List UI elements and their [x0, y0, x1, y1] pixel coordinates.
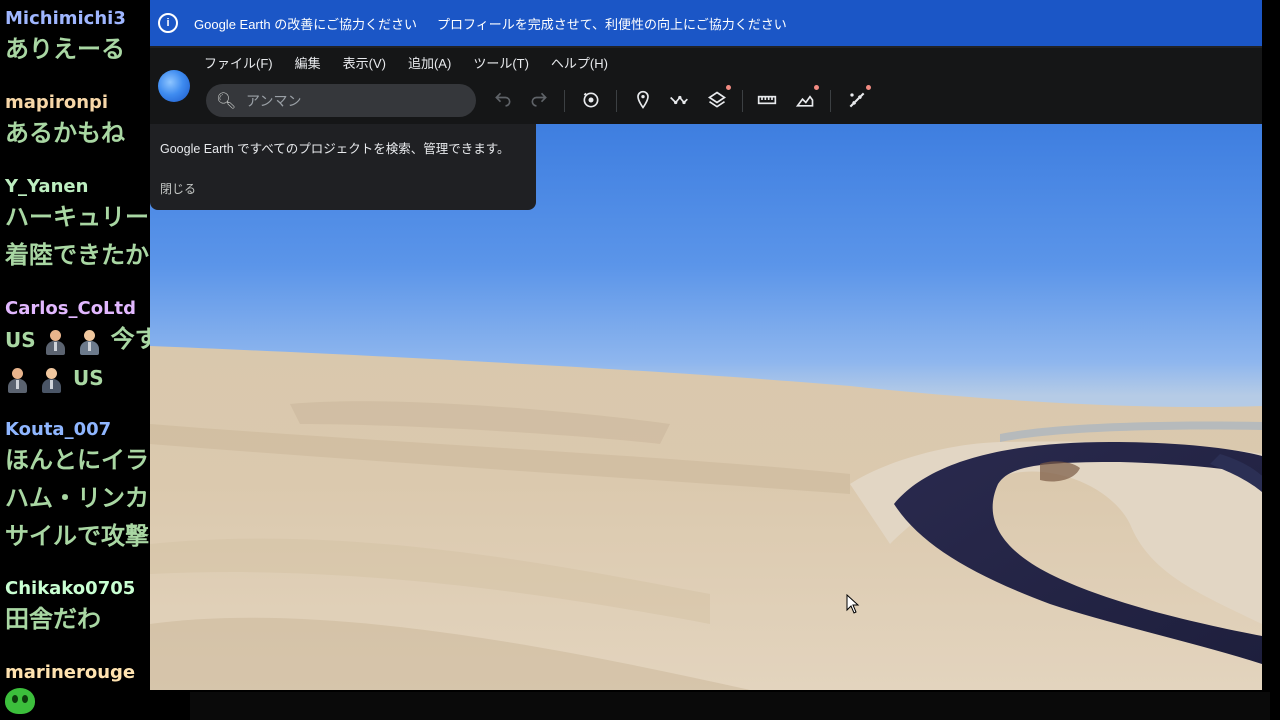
mouse-cursor-icon [846, 594, 860, 614]
map-style-button[interactable] [704, 85, 731, 112]
stream-chat: Michimichi3 ありえーる mapironpi あるかもね Y_Yane… [0, 0, 150, 720]
settings-button[interactable] [844, 85, 871, 112]
chat-username: Chikako0705 [5, 578, 136, 599]
chat-message: Y_Yanen ハーキュリー 着陸できたか [5, 176, 149, 274]
projects-button[interactable] [792, 85, 819, 112]
notification-dot [866, 85, 871, 90]
notification-dot [726, 85, 731, 90]
toolbar-divider [564, 90, 565, 112]
info-banner: i Google Earth の改善にご協力ください プロフィールを完成させて、… [150, 0, 1262, 46]
bottom-bar [190, 692, 1270, 720]
projects-tooltip: Google Earth ですべてのプロジェクトを検索、管理できます。 閉じる [150, 124, 536, 210]
menu-help[interactable]: ヘルプ(H) [551, 53, 608, 72]
chat-message: Carlos_CoLtd US 今す US [5, 298, 150, 397]
chat-text: サイルで攻撃 [5, 522, 149, 550]
menu-edit[interactable]: 編集 [295, 53, 321, 72]
police-emoji-icon [39, 367, 63, 393]
chat-message: Michimichi3 ありえーる [5, 8, 126, 68]
chat-username: marinerouge [5, 662, 136, 683]
measure-icon [757, 95, 777, 105]
toolbar-divider [616, 90, 617, 112]
projects-icon [795, 95, 814, 107]
undo-button[interactable] [490, 88, 516, 112]
green-blob-emoji-icon [5, 688, 35, 714]
search-input[interactable] [246, 92, 446, 109]
chat-text: ハム・リンカ [5, 484, 149, 512]
tooltip-text: Google Earth ですべてのプロジェクトを検索、管理できます。 [160, 142, 510, 156]
voyager-button[interactable] [578, 88, 604, 112]
chat-message: Kouta_007 ほんとにイラ ハム・リンカ サイルで攻撃 [5, 419, 149, 555]
chat-message: Chikako0705 田舎だわ [5, 578, 135, 638]
chat-text: あるかもね [5, 119, 125, 147]
notification-dot [814, 85, 819, 90]
measure-button[interactable] [754, 88, 780, 112]
search-icon: 🔍︎ [216, 92, 237, 110]
chat-username: Carlos_CoLtd [5, 298, 137, 319]
menu-tools[interactable]: ツール(T) [473, 53, 529, 72]
businessman-emoji-icon [43, 329, 67, 355]
businessman-emoji-icon [5, 367, 29, 393]
chat-text: 着陸できたか [5, 241, 149, 269]
menu-bar: ファイル(F) 編集 表示(V) 追加(A) ツール(T) ヘルプ(H) [150, 48, 1262, 76]
add-placemark-button[interactable] [630, 88, 656, 112]
redo-icon [531, 92, 547, 107]
info-icon: i [158, 13, 178, 33]
chat-message: marinerouge [5, 662, 135, 718]
chat-username: Kouta_007 [5, 419, 112, 440]
menu-file[interactable]: ファイル(F) [204, 53, 273, 72]
search-box[interactable]: 🔍︎ [206, 84, 476, 117]
toolbar-divider [830, 90, 831, 112]
add-path-button[interactable] [666, 88, 692, 112]
chat-text: ほんとにイラ [5, 446, 149, 474]
map-style-icon [707, 91, 727, 108]
toolbar-divider [742, 90, 743, 112]
add-path-icon [670, 95, 688, 105]
settings-icon [849, 92, 865, 108]
google-earth-logo-icon[interactable] [158, 70, 190, 102]
chat-text-part: US [5, 328, 36, 352]
chat-text: ハーキュリー [5, 203, 149, 231]
chat-message: mapironpi あるかもね [5, 92, 125, 152]
businessman-emoji-icon [77, 329, 101, 355]
chat-username: mapironpi [5, 92, 109, 113]
redo-button[interactable] [526, 88, 552, 112]
toolbar: 🔍︎ [150, 70, 1262, 124]
chat-text: US 今す [5, 320, 150, 359]
chat-text: ありえーる [5, 35, 125, 63]
chat-text-part: US [73, 366, 104, 390]
chat-text: 田舎だわ [5, 605, 101, 633]
info-message: Google Earth の改善にご協力ください [194, 16, 417, 32]
google-earth-window: i Google Earth の改善にご協力ください プロフィールを完成させて、… [150, 0, 1262, 690]
add-placemark-icon [637, 90, 649, 109]
profile-link[interactable]: プロフィールを完成させて、利便性の向上にご協力ください [437, 14, 787, 33]
menu-add[interactable]: 追加(A) [408, 53, 451, 72]
voyager-icon [583, 92, 599, 108]
menu-view[interactable]: 表示(V) [343, 53, 386, 72]
undo-icon [495, 92, 511, 107]
chat-username: Y_Yanen [5, 176, 89, 197]
tooltip-close-button[interactable]: 閉じる [160, 180, 196, 197]
chat-text: US [5, 359, 150, 397]
chat-username: Michimichi3 [5, 8, 126, 29]
chat-text-part: 今す [110, 325, 150, 353]
